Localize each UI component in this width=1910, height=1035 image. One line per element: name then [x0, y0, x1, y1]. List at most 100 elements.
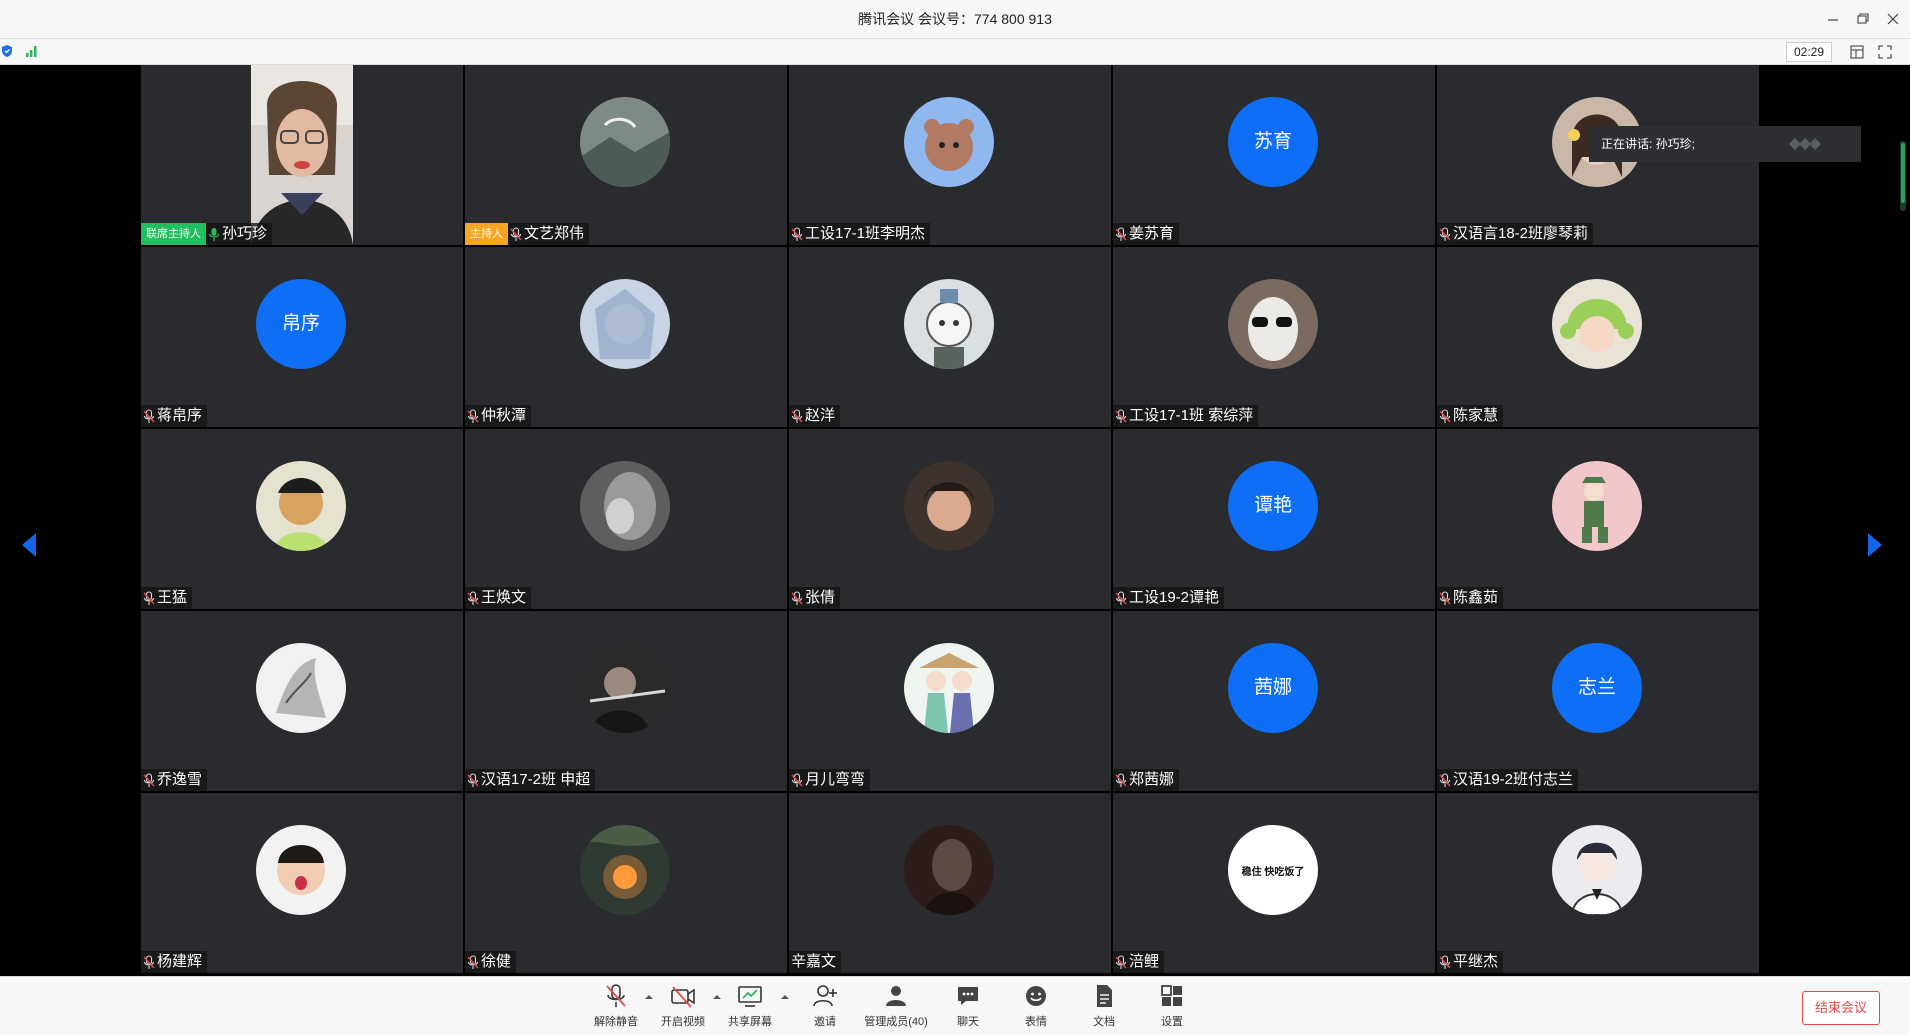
participant-name: 张倩: [789, 587, 841, 609]
participant-tile[interactable]: 仲秋潭: [465, 247, 787, 427]
participant-name: 汉语言18-2班廖琴莉: [1437, 223, 1594, 245]
settings-button[interactable]: 设置: [1140, 982, 1204, 1032]
participant-name: 辛嘉文: [789, 951, 842, 973]
name-bar: 姜苏育: [1113, 223, 1180, 245]
grey-photo-avatar: [580, 461, 670, 551]
manage-members-button[interactable]: 管理成员(40): [864, 982, 928, 1032]
participant-name-text: 蒋帛序: [157, 407, 203, 424]
camera-off-icon: [671, 986, 695, 1008]
participant-name: 汉语19-2班付志兰: [1437, 769, 1579, 791]
name-bar: 汉语17-2班 申超: [465, 769, 596, 791]
document-icon: [1097, 985, 1112, 1007]
participant-tile[interactable]: 王猛: [141, 429, 463, 609]
participant-tile[interactable]: 赵洋: [789, 247, 1111, 427]
baby-photo-avatar: [256, 825, 346, 915]
minimize-button[interactable]: [1820, 6, 1846, 32]
girl-green-hat-avatar: [1552, 279, 1642, 369]
mic-muted-icon: [1115, 954, 1127, 969]
participant-tile[interactable]: 稳住 快吃饭了 涪鲤: [1113, 793, 1435, 973]
participant-grid: 联席主持人 孙巧珍 主持人 文艺郑伟 工设17-1班李明杰 苏育 姜苏育 汉语言18-2班廖琴…: [141, 65, 1759, 976]
participant-tile[interactable]: 辛嘉文: [789, 793, 1111, 973]
participant-tile[interactable]: 主持人 文艺郑伟: [465, 65, 787, 245]
participant-tile[interactable]: 帛序蒋帛序: [141, 247, 463, 427]
name-bar: 张倩: [789, 587, 841, 609]
participant-tile[interactable]: 陈家慧: [1437, 247, 1759, 427]
reaction-button[interactable]: 表情: [1004, 982, 1068, 1032]
members-icon: [886, 986, 906, 1006]
end-meeting-button[interactable]: 结束会议: [1802, 991, 1880, 1025]
audio-wave-icon: [1789, 138, 1821, 150]
meeting-timer: 02:29: [1786, 42, 1832, 62]
window-title: 腾讯会议 会议号：774 800 913: [858, 11, 1052, 27]
participant-tile[interactable]: 月儿弯弯: [789, 611, 1111, 791]
mic-muted-icon: [1439, 408, 1451, 423]
invite-label: 邀请: [814, 1016, 836, 1028]
prev-page-arrow-icon[interactable]: [14, 525, 44, 565]
participant-tile[interactable]: 乔逸雪: [141, 611, 463, 791]
mic-muted-icon: [791, 590, 803, 605]
role-badge: 主持人: [465, 223, 508, 245]
shield-icon[interactable]: [0, 44, 14, 58]
participant-name: 平继杰: [1437, 951, 1504, 973]
unmute-label: 解除静音: [594, 1016, 638, 1028]
participant-tile[interactable]: 工设17-1班 索综萍: [1113, 247, 1435, 427]
fullscreen-icon[interactable]: [1876, 43, 1894, 61]
participant-name: 月儿弯弯: [789, 769, 871, 791]
invite-button[interactable]: 邀请: [793, 982, 857, 1032]
participant-tile[interactable]: 谭艳 工设19-2谭艳: [1113, 429, 1435, 609]
avatar-initials: 苏育: [1228, 97, 1318, 187]
participant-name: 涪鲤: [1113, 951, 1165, 973]
start-video-button[interactable]: 开启视频: [651, 982, 715, 1032]
participant-name-text: 杨建辉: [157, 953, 203, 970]
unmute-button[interactable]: 解除静音: [584, 982, 648, 1032]
signal-icon[interactable]: [24, 43, 40, 59]
name-bar: 杨建辉: [141, 951, 208, 973]
name-bar: 王猛: [141, 587, 193, 609]
mic-muted-icon: [1115, 226, 1127, 241]
participant-tile[interactable]: 联席主持人 孙巧珍: [141, 65, 463, 245]
cartoon-bear-avatar: [904, 279, 994, 369]
name-bar: 辛嘉文: [789, 951, 842, 973]
name-bar: 汉语19-2班付志兰: [1437, 769, 1579, 791]
name-bar: 平继杰: [1437, 951, 1504, 973]
participant-name: 陈家慧: [1437, 405, 1504, 427]
participant-tile[interactable]: 苏育姜苏育: [1113, 65, 1435, 245]
participant-tile[interactable]: 陈鑫茹: [1437, 429, 1759, 609]
landscape-avatar: [580, 97, 670, 187]
manage-members-label: 管理成员(40): [864, 1016, 928, 1028]
chat-button[interactable]: 聊天: [936, 982, 1000, 1032]
participant-name: 徐健: [465, 951, 517, 973]
caret-up-icon[interactable]: [780, 993, 790, 1001]
share-screen-icon: [738, 986, 762, 1007]
layout-icon[interactable]: [1848, 43, 1866, 61]
participant-name: 乔逸雪: [141, 769, 208, 791]
participant-tile[interactable]: 杨建辉: [141, 793, 463, 973]
mic-muted-icon: [143, 590, 155, 605]
participant-tile[interactable]: 汉语17-2班 申超: [465, 611, 787, 791]
participant-tile[interactable]: 张倩: [789, 429, 1111, 609]
mic-muted-icon: [791, 226, 803, 241]
participant-tile[interactable]: 平继杰: [1437, 793, 1759, 973]
participant-tile[interactable]: 徐健: [465, 793, 787, 973]
scrollbar[interactable]: [1898, 141, 1908, 211]
sunset-avatar: [580, 825, 670, 915]
add-user-icon: [813, 985, 837, 1007]
close-button[interactable]: [1880, 6, 1906, 32]
cartoon-soldier-avatar: [1552, 461, 1642, 551]
next-page-arrow-icon[interactable]: [1860, 525, 1890, 565]
participant-tile[interactable]: 王焕文: [465, 429, 787, 609]
video-stage: 联席主持人 孙巧珍 主持人 文艺郑伟 工设17-1班李明杰 苏育 姜苏育 汉语言18-2班廖琴…: [0, 65, 1910, 976]
participant-tile[interactable]: 志兰 汉语19-2班付志兰: [1437, 611, 1759, 791]
participant-name-text: 仲秋潭: [481, 407, 527, 424]
mic-on-icon: [208, 227, 220, 241]
share-screen-button[interactable]: 共享屏幕: [718, 982, 782, 1032]
mic-muted-icon: [143, 772, 155, 787]
participant-tile[interactable]: 工设17-1班李明杰: [789, 65, 1111, 245]
name-bar: 汉语言18-2班廖琴莉: [1437, 223, 1594, 245]
avatar-initials: 帛序: [256, 279, 346, 369]
name-bar: 陈鑫茹: [1437, 587, 1504, 609]
restore-button[interactable]: [1850, 6, 1876, 32]
participant-tile[interactable]: 茜娜 郑茜娜: [1113, 611, 1435, 791]
participant-name: 杨建辉: [141, 951, 208, 973]
documents-button[interactable]: 文档: [1072, 982, 1136, 1032]
